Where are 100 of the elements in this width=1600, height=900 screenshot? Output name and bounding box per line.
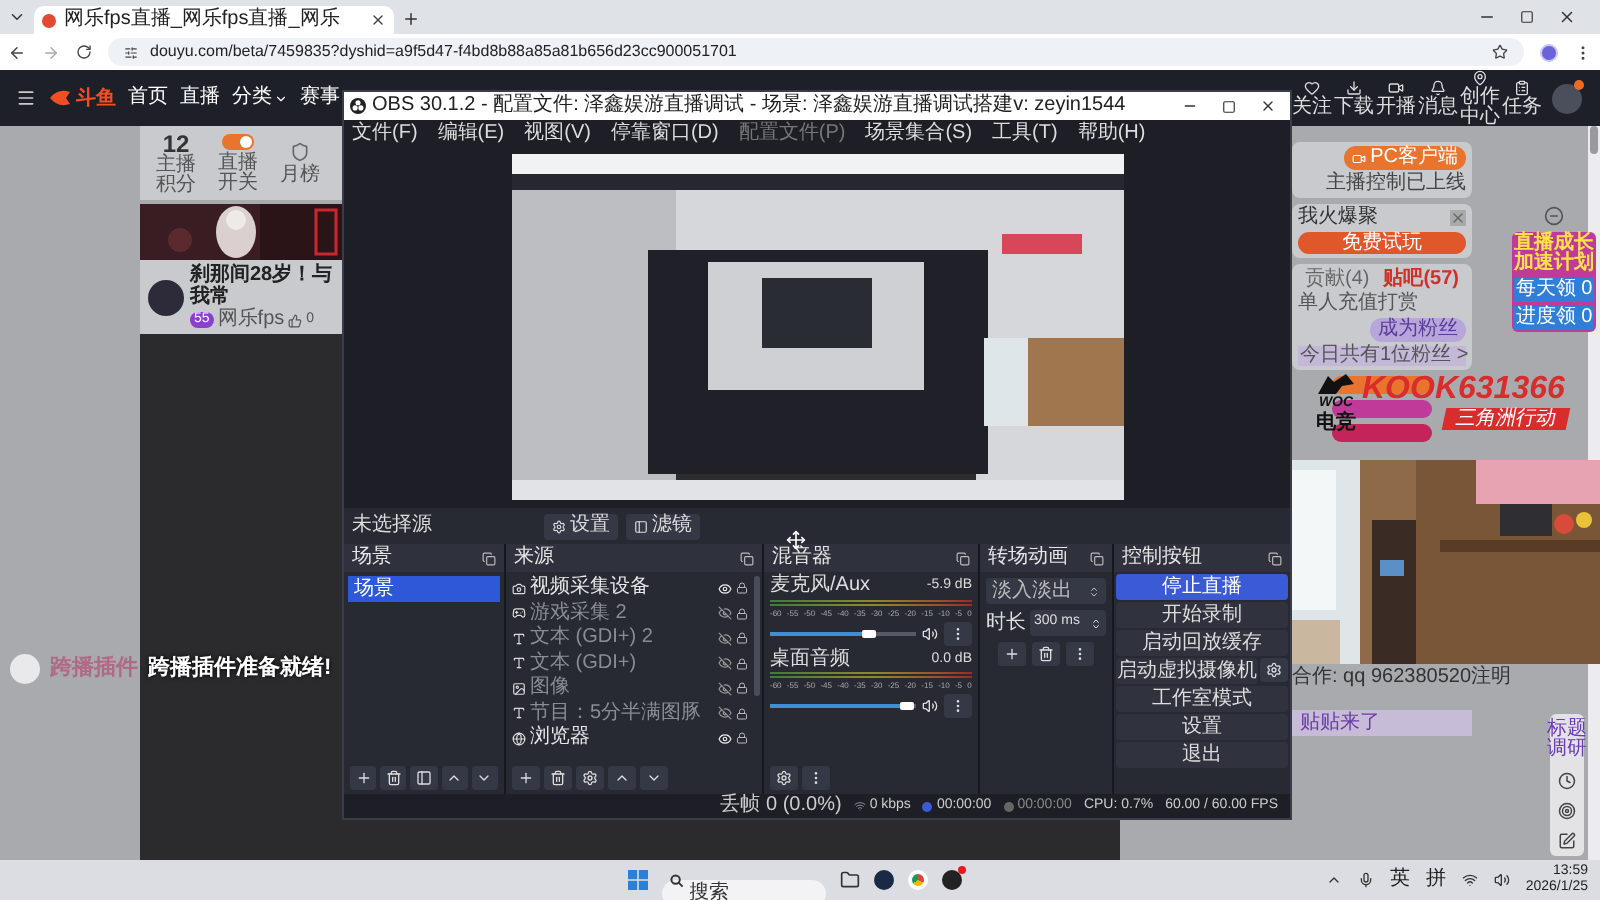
menu-item[interactable]: 工具(T)	[992, 123, 1058, 143]
lock-icon[interactable]	[736, 632, 748, 645]
transition-select[interactable]: 淡入淡出	[986, 578, 1106, 604]
trial-button[interactable]: 免费试玩	[1298, 232, 1466, 254]
delete-button[interactable]	[1032, 642, 1060, 666]
speaker-icon[interactable]	[922, 698, 938, 714]
nav-action[interactable]: 下载	[1334, 79, 1374, 117]
volume-slider[interactable]	[770, 627, 916, 639]
settings-button[interactable]	[576, 766, 604, 790]
lock-icon[interactable]	[736, 582, 748, 595]
ime-mode[interactable]: 拼	[1425, 870, 1446, 890]
menu-icon[interactable]	[16, 88, 36, 108]
control-button[interactable]: 启动虚拟摄像机	[1116, 658, 1258, 684]
control-button[interactable]: 工作室模式	[1116, 686, 1288, 712]
menu-item[interactable]: 停靠窗口(D)	[610, 123, 719, 143]
menu-item[interactable]: 场景集合(S)	[865, 123, 973, 143]
volume-icon[interactable]	[1493, 872, 1510, 888]
nav-action[interactable]: 开播	[1376, 79, 1416, 117]
close-icon[interactable]	[1260, 98, 1276, 114]
tray-expand-icon[interactable]	[1325, 872, 1342, 888]
source-item[interactable]: 文本 (GDI+) 2	[530, 628, 653, 649]
source-item[interactable]: 视频采集设备	[530, 578, 650, 599]
source-item[interactable]: 图像	[530, 678, 570, 699]
add-button[interactable]	[350, 766, 377, 790]
nav-action[interactable]: 关注	[1292, 79, 1332, 117]
more-button[interactable]	[944, 694, 972, 718]
lock-icon[interactable]	[736, 732, 748, 745]
lock-icon[interactable]	[736, 707, 748, 720]
panel-tab[interactable]: 贡献(4)	[1304, 268, 1370, 290]
menu-item[interactable]: 视图(V)	[524, 123, 591, 143]
delete-button[interactable]	[380, 766, 407, 790]
maximize-icon[interactable]	[1520, 10, 1534, 24]
settings-button[interactable]	[1260, 658, 1288, 682]
undock-icon[interactable]	[956, 551, 970, 565]
reload-icon[interactable]	[76, 44, 92, 60]
fan-button[interactable]: 成为粉丝	[1370, 318, 1466, 342]
survey-link[interactable]: 标题调研	[1547, 720, 1587, 760]
speaker-icon[interactable]	[922, 625, 938, 641]
eye-off-icon[interactable]	[718, 706, 732, 721]
back-icon[interactable]	[8, 43, 26, 61]
windows-logo-icon[interactable]	[627, 870, 647, 890]
eye-icon[interactable]	[718, 731, 732, 746]
move-down-button[interactable]	[640, 766, 668, 790]
lock-icon[interactable]	[736, 607, 748, 620]
volume-slider[interactable]	[770, 700, 916, 712]
move-up-button[interactable]	[608, 766, 636, 790]
target-icon[interactable]	[1558, 802, 1576, 820]
control-button[interactable]: 开始录制	[1116, 602, 1288, 628]
nav-link[interactable]: 直播	[180, 88, 220, 108]
filter-button[interactable]	[410, 766, 438, 790]
source-item[interactable]: 节目：5分半满图豚	[530, 703, 702, 724]
obs-app-icon[interactable]	[941, 870, 961, 890]
scene-item[interactable]: 场景	[348, 576, 500, 602]
maximize-icon[interactable]	[1222, 99, 1236, 113]
more-button[interactable]	[802, 766, 830, 790]
address-bar[interactable]: douyu.com/beta/7459835?dyshid=a9f5d47-f4bd8b88a85a81b656d23cc900051701	[108, 38, 1524, 66]
control-button[interactable]: 设置	[1116, 714, 1288, 740]
browser-tab[interactable]: 网乐fps直播_网乐fps直播_网乐	[34, 6, 394, 34]
control-button[interactable]: 退出	[1116, 742, 1288, 768]
tab-list-icon[interactable]	[8, 8, 26, 26]
close-icon[interactable]	[370, 12, 386, 28]
delete-button[interactable]	[544, 766, 572, 790]
settings-button[interactable]	[770, 766, 798, 790]
move-up-button[interactable]	[441, 766, 468, 790]
eye-off-icon[interactable]	[718, 631, 732, 646]
avatar[interactable]	[1552, 83, 1582, 113]
edit-icon[interactable]	[1558, 832, 1576, 850]
fan-today-link[interactable]: 今日共有1位粉丝 >	[1298, 346, 1466, 366]
profile-icon[interactable]	[1540, 43, 1558, 61]
promo-card[interactable]: 直播成长加速计划 每天领 0 进度领 0	[1512, 232, 1596, 332]
bookmark-icon[interactable]	[1492, 44, 1508, 60]
nav-action[interactable]: 任务	[1502, 79, 1542, 117]
lock-icon[interactable]	[736, 682, 748, 695]
nav-action[interactable]: 消息	[1418, 79, 1458, 117]
nav-link[interactable]: 赛事	[300, 88, 340, 108]
more-button[interactable]	[944, 621, 972, 645]
clock-icon[interactable]	[1558, 772, 1576, 790]
folder-icon[interactable]	[839, 870, 859, 890]
eye-icon[interactable]	[718, 581, 732, 596]
menu-item[interactable]: 编辑(E)	[437, 123, 505, 143]
source-item[interactable]: 文本 (GDI+)	[530, 653, 637, 674]
chrome-icon[interactable]	[907, 870, 927, 890]
lock-icon[interactable]	[736, 657, 748, 670]
control-button[interactable]: 启动回放缓存	[1116, 630, 1288, 656]
move-down-button[interactable]	[471, 766, 499, 790]
undock-icon[interactable]	[1090, 551, 1104, 565]
nav-action[interactable]: 创作中心	[1460, 69, 1500, 127]
site-info-icon[interactable]	[124, 45, 138, 59]
control-button[interactable]: 停止直播	[1116, 574, 1288, 600]
menu-item[interactable]: 帮助(H)	[1077, 123, 1146, 143]
undock-icon[interactable]	[482, 551, 496, 565]
steam-icon[interactable]	[873, 870, 893, 890]
add-button[interactable]	[512, 766, 540, 790]
eye-off-icon[interactable]	[718, 606, 732, 621]
nav-link[interactable]: 分类	[232, 88, 288, 108]
close-icon[interactable]	[1558, 8, 1576, 26]
source-item[interactable]: 浏览器	[530, 728, 590, 749]
eye-off-icon[interactable]	[718, 681, 732, 696]
undock-icon[interactable]	[1268, 551, 1282, 565]
undock-icon[interactable]	[740, 551, 754, 565]
